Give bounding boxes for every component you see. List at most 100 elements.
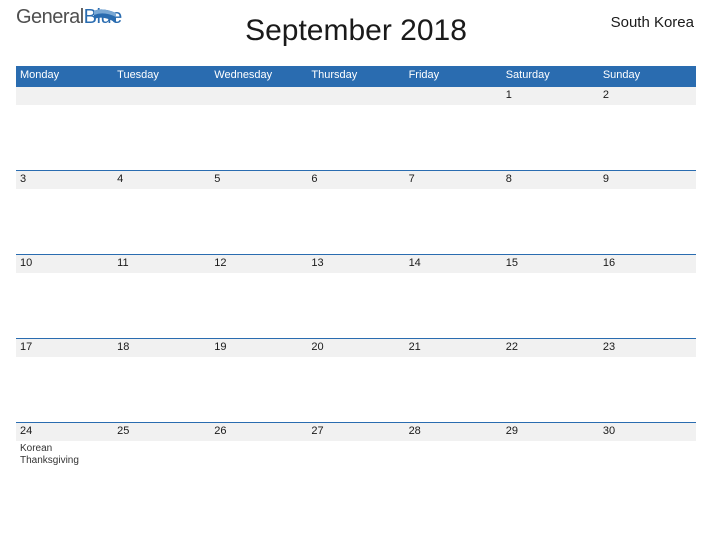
day-number — [117, 89, 206, 105]
day-number: 10 — [20, 257, 109, 273]
day-event — [307, 357, 404, 422]
day-cell: 5 — [210, 170, 307, 254]
day-number: 5 — [214, 173, 303, 189]
day-cell: 10 — [16, 254, 113, 338]
day-event — [599, 189, 696, 254]
day-event — [113, 273, 210, 338]
day-cell: 7 — [405, 170, 502, 254]
day-number — [311, 89, 400, 105]
day-number: 25 — [117, 425, 206, 441]
day-cell: 30 — [599, 422, 696, 506]
day-number — [20, 89, 109, 105]
day-cell: 13 — [307, 254, 404, 338]
brand-part1: General — [16, 6, 84, 28]
day-number: 8 — [506, 173, 595, 189]
day-number: 15 — [506, 257, 595, 273]
day-number: 23 — [603, 341, 692, 357]
region-label: South Korea — [611, 14, 694, 31]
day-event — [502, 273, 599, 338]
day-cell — [405, 86, 502, 170]
day-event — [210, 441, 307, 506]
day-cell: 8 — [502, 170, 599, 254]
day-number: 13 — [311, 257, 400, 273]
day-cell: 27 — [307, 422, 404, 506]
day-event — [502, 441, 599, 506]
day-cell — [210, 86, 307, 170]
day-event — [405, 105, 502, 170]
day-event — [502, 189, 599, 254]
day-cell: 14 — [405, 254, 502, 338]
day-number — [409, 89, 498, 105]
calendar-grid: Monday Tuesday Wednesday Thursday Friday… — [16, 66, 696, 506]
day-event — [16, 105, 113, 170]
day-event — [113, 105, 210, 170]
day-number: 28 — [409, 425, 498, 441]
day-event — [405, 357, 502, 422]
day-cell: 26 — [210, 422, 307, 506]
day-cell: 19 — [210, 338, 307, 422]
day-cell: 1 — [502, 86, 599, 170]
day-event — [599, 441, 696, 506]
day-event: Korean Thanksgiving — [16, 441, 113, 506]
day-number: 20 — [311, 341, 400, 357]
day-cell: 16 — [599, 254, 696, 338]
day-cell: 21 — [405, 338, 502, 422]
day-number: 9 — [603, 173, 692, 189]
dow-friday: Friday — [405, 66, 502, 86]
day-cell: 18 — [113, 338, 210, 422]
day-cell: 24Korean Thanksgiving — [16, 422, 113, 506]
dow-thursday: Thursday — [307, 66, 404, 86]
day-event — [405, 273, 502, 338]
day-event — [210, 273, 307, 338]
day-cell: 2 — [599, 86, 696, 170]
day-cell: 11 — [113, 254, 210, 338]
header: GeneralBlue September 2018 South Korea — [0, 0, 712, 54]
day-cell: 6 — [307, 170, 404, 254]
day-number: 17 — [20, 341, 109, 357]
day-cell — [113, 86, 210, 170]
day-cell: 4 — [113, 170, 210, 254]
day-number: 26 — [214, 425, 303, 441]
day-event — [307, 105, 404, 170]
day-cell: 12 — [210, 254, 307, 338]
day-number — [214, 89, 303, 105]
day-number: 29 — [506, 425, 595, 441]
day-event — [502, 357, 599, 422]
day-number: 18 — [117, 341, 206, 357]
day-number: 27 — [311, 425, 400, 441]
dow-saturday: Saturday — [502, 66, 599, 86]
dow-tuesday: Tuesday — [113, 66, 210, 86]
day-event — [16, 273, 113, 338]
day-event — [307, 273, 404, 338]
day-cell: 20 — [307, 338, 404, 422]
day-event — [307, 189, 404, 254]
day-event — [113, 357, 210, 422]
day-event — [210, 105, 307, 170]
dow-sunday: Sunday — [599, 66, 696, 86]
day-number: 12 — [214, 257, 303, 273]
day-event — [113, 189, 210, 254]
day-event — [210, 189, 307, 254]
week-row: 10 11 12 13 14 15 16 — [16, 254, 696, 338]
day-cell — [307, 86, 404, 170]
day-number: 6 — [311, 173, 400, 189]
day-cell: 17 — [16, 338, 113, 422]
week-row: 24Korean Thanksgiving 25 26 27 28 29 30 — [16, 422, 696, 506]
day-number: 14 — [409, 257, 498, 273]
day-event — [113, 441, 210, 506]
day-cell: 9 — [599, 170, 696, 254]
week-row: 1 2 — [16, 86, 696, 170]
day-event — [307, 441, 404, 506]
day-event — [16, 189, 113, 254]
dow-monday: Monday — [16, 66, 113, 86]
day-number: 2 — [603, 89, 692, 105]
day-cell: 15 — [502, 254, 599, 338]
day-event — [599, 357, 696, 422]
brand-swoosh-icon — [94, 9, 116, 23]
day-event — [502, 105, 599, 170]
day-number: 24 — [20, 425, 109, 441]
day-event — [599, 273, 696, 338]
day-number: 7 — [409, 173, 498, 189]
day-number: 3 — [20, 173, 109, 189]
day-event — [405, 189, 502, 254]
